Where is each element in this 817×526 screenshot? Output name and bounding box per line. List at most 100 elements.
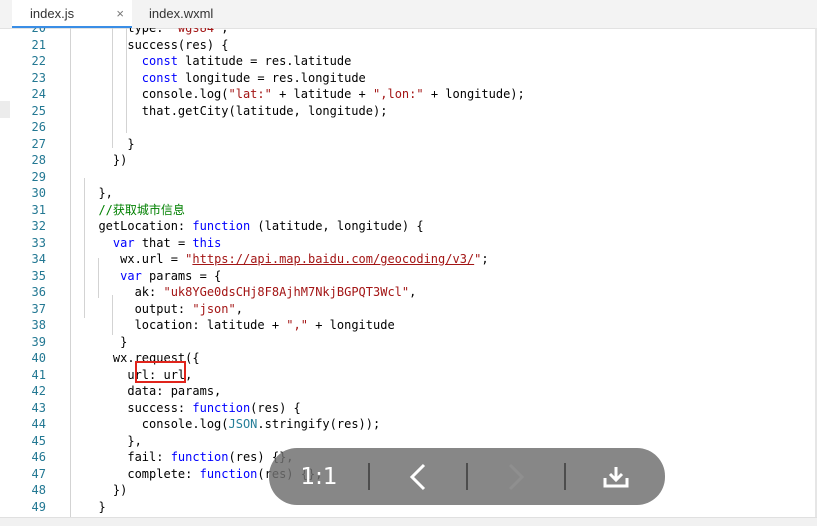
code-line: 26 <box>0 119 817 136</box>
code-line: 34 wx.url = "https://api.map.baidu.com/g… <box>0 251 817 268</box>
code-line: 32 getLocation: function (latitude, long… <box>0 218 817 235</box>
code-token: longitude = res.longitude <box>177 70 366 85</box>
code-token: + latitude + <box>271 87 374 101</box>
line-number: 30 <box>31 186 46 200</box>
code-line: 40 wx.request({ <box>0 350 817 367</box>
code-text: console.log("lat:" + latitude + ",lon:" … <box>84 86 525 103</box>
code-line: 24 console.log("lat:" + latitude + ",lon… <box>0 86 817 103</box>
line-number: 40 <box>31 351 46 365</box>
code-token: function <box>170 450 229 464</box>
line-number: 23 <box>31 70 46 85</box>
line-number: 22 <box>31 54 46 68</box>
code-text: ak: "uk8YGe0dsCHj8F8AjhM7NkjBGPQT3Wcl", <box>84 284 417 301</box>
code-text: that.getCity(latitude, longitude); <box>84 103 388 120</box>
code-text: success: function(res) { <box>84 400 301 417</box>
line-number: 42 <box>31 384 46 398</box>
download-button[interactable] <box>566 448 665 505</box>
code-token: ak: <box>84 285 164 299</box>
code-token: (res) { <box>250 400 301 415</box>
code-token: this <box>192 235 222 250</box>
code-line: 39 } <box>0 334 817 351</box>
line-number: 36 <box>31 285 46 299</box>
code-token: }, <box>84 186 113 200</box>
code-text: var params = { <box>84 268 221 285</box>
line-number: 21 <box>31 37 46 52</box>
code-token: getLocation: <box>84 219 193 233</box>
line-number: 32 <box>31 219 46 233</box>
code-text: }, <box>84 185 113 202</box>
line-number: 47 <box>31 466 46 481</box>
code-token: wx.url = <box>84 252 186 266</box>
tab-index-wxml[interactable]: index.wxml <box>138 0 258 28</box>
line-number: 37 <box>31 301 46 316</box>
code-token: ; <box>481 252 489 266</box>
line-number: 24 <box>31 87 46 101</box>
tab-index-js[interactable]: index.js × <box>12 0 132 28</box>
code-token: const <box>141 70 178 85</box>
indent-guide <box>112 295 113 335</box>
code-text: var that = this <box>84 235 221 252</box>
code-line: 22 const latitude = res.latitude <box>0 53 817 70</box>
code-text: }) <box>84 482 127 499</box>
indent-guide <box>84 178 85 318</box>
code-token: success(res) { <box>84 37 229 52</box>
ratio-label: 1:1 <box>300 463 338 490</box>
code-text: output: "json", <box>84 301 243 318</box>
code-text: fail: function(res) {}, <box>84 449 293 466</box>
code-token: }) <box>84 153 128 167</box>
line-number: 26 <box>31 120 46 134</box>
code-text: } <box>84 334 127 351</box>
code-text: }, <box>84 433 142 450</box>
line-number: 20 <box>31 28 46 35</box>
code-token: }) <box>84 483 128 497</box>
code-token: that.getCity(latitude, longitude); <box>84 103 388 118</box>
code-token: }, <box>84 433 142 448</box>
close-icon[interactable]: × <box>116 0 124 28</box>
code-token: const <box>141 54 178 68</box>
next-button[interactable] <box>468 448 564 505</box>
line-number: 43 <box>31 400 46 415</box>
code-token: location: latitude + <box>84 318 287 332</box>
previous-button[interactable] <box>370 448 466 505</box>
code-token: success: <box>84 400 193 415</box>
code-text: } <box>84 136 134 153</box>
code-token: https://api.map.baidu.com/geocoding/v3/ <box>192 252 475 266</box>
code-token: "," <box>286 318 308 332</box>
line-number: 25 <box>31 103 46 118</box>
code-token: , <box>235 301 243 316</box>
code-line: 43 success: function(res) { <box>0 400 817 417</box>
line-number: 29 <box>31 169 46 184</box>
actual-size-button[interactable]: 1:1 <box>269 448 369 505</box>
chevron-right-icon <box>508 463 525 490</box>
code-line: 45 }, <box>0 433 817 450</box>
code-text: success(res) { <box>84 37 229 54</box>
tab-label: index.wxml <box>149 6 214 21</box>
code-line: 27 } <box>0 136 817 153</box>
code-token: (latitude, longitude) { <box>250 219 424 233</box>
chevron-left-icon <box>409 463 426 490</box>
line-number: 44 <box>31 417 46 431</box>
line-number: 41 <box>31 367 46 382</box>
code-line: 35 var params = { <box>0 268 817 285</box>
code-text: //获取城市信息 <box>84 202 184 219</box>
line-number: 48 <box>31 483 46 497</box>
code-token: "uk8YGe0dsCHj8F8AjhM7NkjBGPQT3Wcl" <box>163 285 410 299</box>
code-token: + longitude <box>307 318 395 332</box>
code-text: console.log(JSON.stringify(res)); <box>84 416 380 433</box>
code-token: output: <box>84 301 193 316</box>
code-line: 28 }) <box>0 152 817 169</box>
code-token: 'wgs84' <box>170 28 222 35</box>
code-token: params = { <box>141 268 222 283</box>
code-line: 21 success(res) { <box>0 37 817 54</box>
line-number: 49 <box>31 499 46 514</box>
code-line: 38 location: latitude + "," + longitude <box>0 317 817 334</box>
line-number: 35 <box>31 268 46 283</box>
highlight-box <box>135 361 186 383</box>
line-number: 31 <box>31 202 46 217</box>
image-viewer-toolbar: 1:1 <box>269 448 665 505</box>
code-line: 25 that.getCity(latitude, longitude); <box>0 103 817 120</box>
code-line: 36 ak: "uk8YGe0dsCHj8F8AjhM7NkjBGPQT3Wcl… <box>0 284 817 301</box>
code-token: .stringify(res)); <box>257 417 381 431</box>
